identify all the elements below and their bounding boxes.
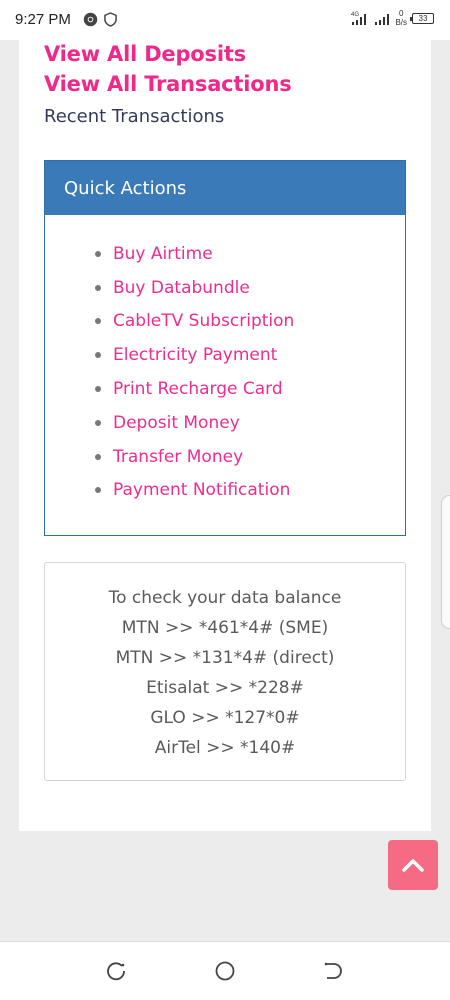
quick-action-label: Electricity Payment bbox=[113, 345, 278, 366]
quick-actions-header: Quick Actions bbox=[45, 161, 405, 215]
scroll-to-top-button[interactable] bbox=[388, 840, 438, 890]
bullet bbox=[95, 386, 101, 393]
quick-action-label: Payment Notification bbox=[113, 480, 291, 501]
signal-icon-2 bbox=[375, 14, 390, 25]
bullet bbox=[95, 318, 101, 325]
quick-action-label: Transfer Money bbox=[113, 446, 244, 467]
battery-level: 33 bbox=[418, 13, 428, 23]
balance-code-line: MTN >> *131*4# (direct) bbox=[115, 648, 335, 668]
balance-code-line: AirTel >> *140# bbox=[154, 738, 296, 758]
quick-action-transfer[interactable]: Transfer Money bbox=[95, 440, 294, 474]
main-card: View All Deposits View All Transactions … bbox=[19, 40, 431, 831]
quick-action-label: Buy Airtime bbox=[113, 243, 213, 264]
edge-panel-handle[interactable] bbox=[441, 495, 450, 629]
balance-code-line: Etisalat >> *228# bbox=[146, 678, 304, 698]
view-all-deposits-link[interactable]: View All Deposits bbox=[44, 42, 246, 66]
quick-actions-panel: Quick Actions Buy Airtime Buy Databundle… bbox=[44, 160, 406, 536]
quick-action-label: Print Recharge Card bbox=[113, 379, 283, 400]
chrome-icon bbox=[83, 12, 98, 27]
quick-action-label: CableTV Subscription bbox=[113, 311, 295, 332]
quick-action-label: Deposit Money bbox=[113, 412, 240, 433]
quick-action-buy-airtime[interactable]: Buy Airtime bbox=[95, 237, 294, 271]
system-nav-bar bbox=[0, 941, 450, 1000]
data-rate: 0 B/s bbox=[395, 9, 407, 27]
recent-apps-icon[interactable] bbox=[105, 960, 127, 982]
home-icon[interactable] bbox=[214, 960, 236, 982]
data-rate-unit: B/s bbox=[395, 18, 407, 27]
shield-icon bbox=[104, 12, 117, 27]
bullet bbox=[95, 419, 101, 426]
bullet bbox=[95, 250, 101, 257]
quick-actions-list: Buy Airtime Buy Databundle CableTV Subsc… bbox=[95, 237, 294, 507]
balance-code-line: GLO >> *127*0# bbox=[150, 708, 300, 728]
quick-action-recharge-card[interactable]: Print Recharge Card bbox=[95, 372, 294, 406]
quick-action-label: Buy Databundle bbox=[113, 277, 250, 298]
view-all-transactions-link[interactable]: View All Transactions bbox=[44, 72, 292, 96]
bullet bbox=[95, 352, 101, 359]
status-time: 9:27 PM bbox=[15, 11, 71, 28]
bullet bbox=[95, 284, 101, 291]
network-type: 4G bbox=[351, 12, 359, 18]
quick-actions-title: Quick Actions bbox=[64, 177, 187, 199]
data-balance-info: To check your data balance MTN >> *461*4… bbox=[44, 562, 406, 781]
recent-transactions-heading: Recent Transactions bbox=[44, 106, 225, 127]
data-rate-value: 0 bbox=[398, 9, 404, 18]
quick-action-cabletv[interactable]: CableTV Subscription bbox=[95, 305, 294, 339]
quick-action-deposit[interactable]: Deposit Money bbox=[95, 406, 294, 440]
quick-action-payment-notification[interactable]: Payment Notification bbox=[95, 474, 294, 508]
data-balance-heading: To check your data balance bbox=[108, 588, 342, 608]
bullet bbox=[95, 487, 101, 494]
balance-code-line: MTN >> *461*4# (SME) bbox=[121, 618, 329, 638]
back-icon[interactable] bbox=[322, 960, 344, 982]
chevron-up-icon bbox=[402, 859, 424, 872]
status-bar: 9:27 PM 4G 0 B/s 33 bbox=[0, 0, 450, 40]
bullet bbox=[95, 453, 101, 460]
quick-action-buy-databundle[interactable]: Buy Databundle bbox=[95, 271, 294, 305]
status-indicators: 4G 0 B/s 33 bbox=[351, 9, 434, 27]
quick-action-electricity[interactable]: Electricity Payment bbox=[95, 338, 294, 372]
battery-icon: 33 bbox=[410, 12, 434, 24]
signal-icon: 4G bbox=[351, 12, 367, 25]
